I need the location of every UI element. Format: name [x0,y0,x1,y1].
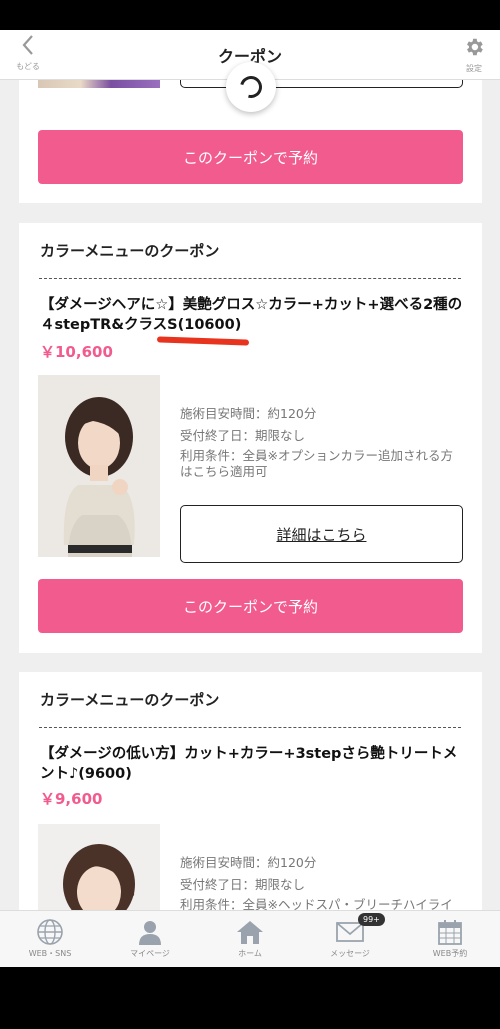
tab-messages[interactable]: 99+ メッセージ [300,911,400,967]
tab-home[interactable]: ホーム [200,911,300,967]
tab-label: マイページ [130,949,170,958]
stylist-photo [38,375,160,557]
dashed-divider [39,727,461,728]
unread-badge: 99+ [358,913,385,926]
person-icon [139,921,161,945]
tab-mypage[interactable]: マイページ [100,911,200,967]
deadline: 受付終了日：期限なし [180,428,306,443]
tab-label: メッセージ [330,949,370,958]
tab-label: WEB・SNS [28,949,72,958]
settings-button[interactable]: 設定 [460,36,488,74]
book-coupon-button[interactable]: このクーポンで予約 [38,130,463,184]
treatment-time: 施術目安時間：約120分 [180,855,317,870]
loading-spinner [226,62,276,112]
tab-web-sns[interactable]: WEB・SNS [0,911,100,967]
book-coupon-button[interactable]: このクーポンで予約 [38,579,463,633]
details-button[interactable]: 詳細はこちら [180,505,463,563]
calendar-icon [438,920,462,945]
section-title: カラーメニューのクーポン [40,691,220,709]
coupon-price: ￥10,600 [40,343,113,361]
gear-icon [467,38,483,56]
treatment-time: 施術目安時間：約120分 [180,406,317,421]
coupon-price: ￥9,600 [40,790,103,808]
tab-label: WEB予約 [432,949,468,958]
globe-icon [37,919,63,945]
home-icon [237,921,263,944]
red-underline-annotation [156,336,250,346]
tab-web-booking[interactable]: WEB予約 [400,911,500,967]
coupon-card: カラーメニューのクーポン 【ダメージヘアに☆】美艶グロス☆カラー+カット+選べる… [19,223,482,653]
coupon-name[interactable]: 【ダメージヘアに☆】美艶グロス☆カラー+カット+選べる2種の４stepTR&クラ… [40,295,470,335]
dashed-divider [39,278,461,279]
settings-label: 設定 [466,64,482,73]
app-screen: このクーポンで予約 カラーメニューのクーポン 【ダメージヘアに☆】美艶グロス☆カ… [0,30,500,967]
section-title: カラーメニューのクーポン [40,242,220,260]
bottom-tab-bar: WEB・SNS マイページ ホーム 99+ メッセージ WEB予約 [0,910,500,967]
tab-label: ホーム [238,949,262,958]
deadline: 受付終了日：期限なし [180,877,306,892]
spinner-icon [235,71,267,103]
conditions: 利用条件：全員※オプションカラー追加される方はこちら適用可 [180,448,453,479]
coupon-name[interactable]: 【ダメージの低い方】カット+カラー+3stepさら艶トリートメント♪(9600) [40,744,470,784]
coupon-info: 施術目安時間：約120分 受付終了日：期限なし 利用条件：全員※オプションカラー… [180,404,465,480]
